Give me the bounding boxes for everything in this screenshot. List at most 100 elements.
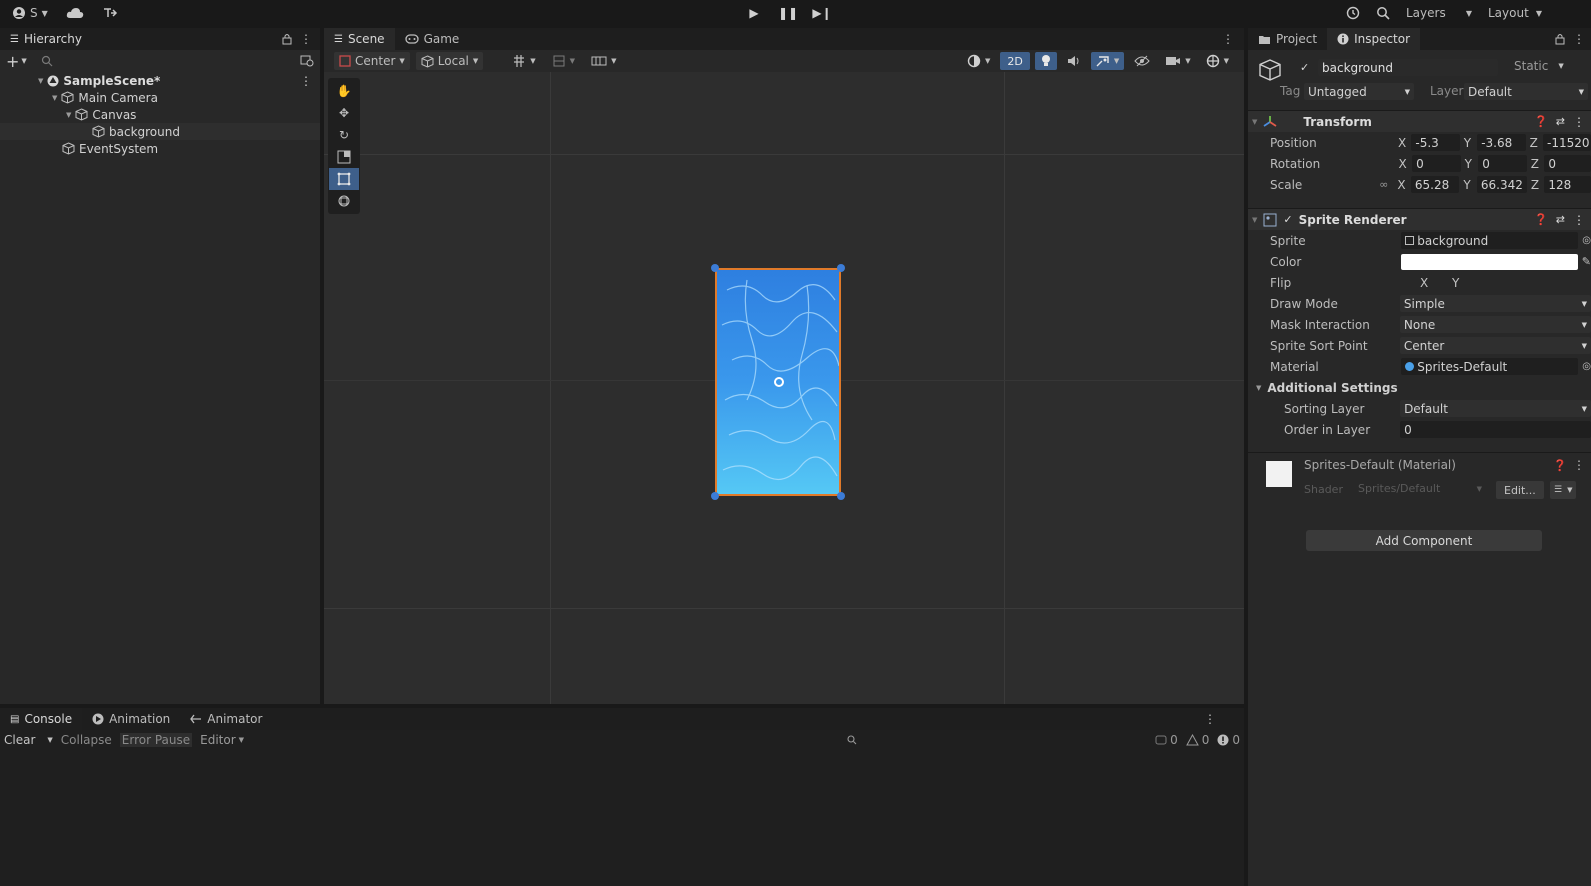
increment-snap-dropdown[interactable]: ▼ — [547, 52, 580, 70]
search-icon[interactable] — [41, 55, 53, 67]
corner-handle[interactable] — [837, 492, 845, 500]
more-options-icon[interactable]: ⋮ — [300, 74, 312, 88]
hierarchy-item-canvas[interactable]: ▼ Canvas — [0, 106, 320, 123]
effects-dropdown[interactable]: ▼ — [1090, 52, 1125, 70]
hand-tool[interactable]: ✋ — [329, 80, 359, 102]
help-icon[interactable]: ❓ — [1534, 115, 1548, 128]
hierarchy-item-samplescene[interactable]: ▼ SampleScene* ⋮ — [0, 72, 320, 89]
preset-icon[interactable]: ⇄ — [1556, 115, 1565, 128]
eyedropper-icon[interactable]: ✎ — [1582, 255, 1591, 268]
add-component-button[interactable]: Add Component — [1306, 530, 1542, 551]
error-pause-toggle[interactable]: Error Pause — [119, 733, 193, 747]
gizmos-dropdown[interactable]: ▼ — [1201, 52, 1234, 70]
draw-mode-dropdown[interactable]: ▼ — [962, 52, 995, 70]
audio-toggle[interactable] — [1062, 52, 1086, 70]
static-dropdown[interactable]: Static ▼ — [1514, 59, 1564, 73]
more-options-icon[interactable]: ⋮ — [1222, 32, 1244, 46]
more-options-icon[interactable]: ⋮ — [300, 32, 312, 46]
help-icon[interactable]: ❓ — [1534, 213, 1548, 226]
space-local-dropdown[interactable]: Local ▼ — [415, 52, 484, 70]
shader-edit-button[interactable]: Edit... — [1496, 481, 1544, 499]
sprite-renderer-header[interactable]: ▼ ✓ Sprite Renderer ❓ ⇄ ⋮ — [1248, 208, 1591, 230]
transform-tool[interactable] — [329, 190, 359, 212]
chevron-down-icon[interactable]: ▼ — [52, 94, 57, 102]
more-options-icon[interactable]: ⋮ — [1204, 712, 1244, 726]
scale-z-input[interactable]: 128 — [1544, 176, 1591, 193]
rotation-x-input[interactable]: 0 — [1412, 155, 1461, 172]
log-filter-toggle[interactable]: 0 — [1155, 733, 1178, 747]
tab-game[interactable]: Game — [395, 28, 470, 50]
toggle-2d-button[interactable]: 2D — [1000, 52, 1030, 70]
tab-hierarchy[interactable]: ☰ Hierarchy — [0, 28, 92, 50]
color-swatch[interactable] — [1401, 253, 1578, 270]
chevron-down-icon[interactable]: ▼ — [21, 57, 26, 65]
corner-handle[interactable] — [837, 264, 845, 272]
position-z-input[interactable]: -11520 — [1543, 134, 1591, 151]
clear-dropdown[interactable]: Clear ▼ — [4, 733, 53, 747]
mask-interaction-dropdown[interactable]: None ▼ — [1399, 316, 1591, 333]
rotation-y-input[interactable]: 0 — [1478, 155, 1527, 172]
order-in-layer-input[interactable]: 0 — [1400, 421, 1591, 438]
account-dropdown[interactable]: S ▼ — [6, 3, 54, 23]
tab-project[interactable]: Project — [1248, 28, 1327, 50]
rotation-z-input[interactable]: 0 — [1544, 155, 1591, 172]
object-name-input[interactable]: background — [1318, 59, 1498, 76]
console-search[interactable] — [841, 732, 1141, 748]
scene-visibility-icon[interactable] — [300, 55, 314, 67]
sprite-object-field[interactable]: background — [1401, 232, 1579, 249]
collapse-toggle[interactable]: Collapse — [61, 733, 112, 747]
chevron-down-icon[interactable]: ▼ — [66, 111, 71, 119]
align-dropdown[interactable]: ▼ — [586, 52, 621, 70]
pivot-center-dropdown[interactable]: Center ▼ — [334, 52, 410, 70]
pivot-handle[interactable] — [774, 377, 784, 387]
layers-dropdown[interactable]: Layers ▼ — [1400, 3, 1478, 23]
tab-inspector[interactable]: Inspector — [1327, 28, 1421, 50]
additional-settings-foldout[interactable]: ▼ Additional Settings — [1248, 377, 1591, 398]
cloud-button[interactable] — [60, 3, 90, 23]
flip-x-checkbox[interactable]: X — [1420, 276, 1452, 290]
lock-icon[interactable] — [282, 33, 292, 45]
shader-options-dropdown[interactable]: ☰ ▼ — [1550, 481, 1577, 499]
shader-dropdown[interactable]: Sprites/Default ▼ — [1358, 482, 1482, 495]
sort-point-dropdown[interactable]: Center ▼ — [1399, 337, 1591, 354]
layout-dropdown[interactable]: Layout ▼ — [1482, 3, 1548, 23]
hierarchy-item-eventsystem[interactable]: EventSystem — [0, 140, 320, 157]
hierarchy-item-background[interactable]: background — [0, 123, 320, 140]
hierarchy-item-main-camera[interactable]: ▼ Main Camera — [0, 89, 320, 106]
move-tool[interactable]: ✥ — [329, 102, 359, 124]
scene-visibility-toggle[interactable] — [1129, 52, 1155, 70]
lock-icon[interactable] — [1555, 33, 1565, 45]
tag-dropdown[interactable]: Untagged ▼ — [1304, 83, 1414, 100]
position-y-input[interactable]: -3.68 — [1477, 134, 1526, 151]
rotate-tool[interactable]: ↻ — [329, 124, 359, 146]
search-button[interactable] — [1370, 3, 1396, 23]
sorting-layer-dropdown[interactable]: Default ▼ — [1400, 400, 1591, 417]
tab-scene[interactable]: ☰ Scene — [324, 28, 395, 50]
more-options-icon[interactable]: ⋮ — [1573, 115, 1585, 129]
corner-handle[interactable] — [711, 492, 719, 500]
more-options-icon[interactable]: ⋮ — [1573, 458, 1585, 472]
scale-tool[interactable] — [329, 146, 359, 168]
draw-mode-dropdown[interactable]: Simple ▼ — [1399, 295, 1591, 312]
position-x-input[interactable]: -5.3 — [1411, 134, 1460, 151]
console-log-area[interactable] — [0, 750, 1244, 886]
error-filter-toggle[interactable]: 0 — [1217, 733, 1240, 747]
pause-button[interactable]: ❚❚ — [774, 3, 802, 23]
tab-animation[interactable]: Animation — [82, 708, 180, 730]
tab-console[interactable]: ▤ Console — [0, 708, 83, 730]
layer-dropdown[interactable]: Default ▼ — [1464, 83, 1588, 100]
transform-header[interactable]: ▼ Transform ❓ ⇄ ⋮ — [1248, 110, 1591, 132]
tab-animator[interactable]: Animator — [180, 708, 272, 730]
help-icon[interactable]: ❓ — [1553, 459, 1567, 472]
object-picker-icon[interactable]: ◎ — [1582, 361, 1591, 372]
lighting-toggle[interactable] — [1034, 52, 1057, 70]
more-options-icon[interactable]: ⋮ — [1573, 32, 1585, 46]
camera-dropdown[interactable]: ▼ — [1160, 52, 1195, 70]
warning-filter-toggle[interactable]: 0 — [1185, 733, 1209, 747]
object-picker-icon[interactable]: ◎ — [1582, 235, 1591, 246]
chevron-down-icon[interactable]: ▼ — [38, 77, 43, 85]
corner-handle[interactable] — [711, 264, 719, 272]
background-sprite[interactable] — [715, 268, 841, 496]
scale-y-input[interactable]: 66.342 — [1476, 176, 1527, 193]
rect-tool[interactable] — [329, 168, 359, 190]
